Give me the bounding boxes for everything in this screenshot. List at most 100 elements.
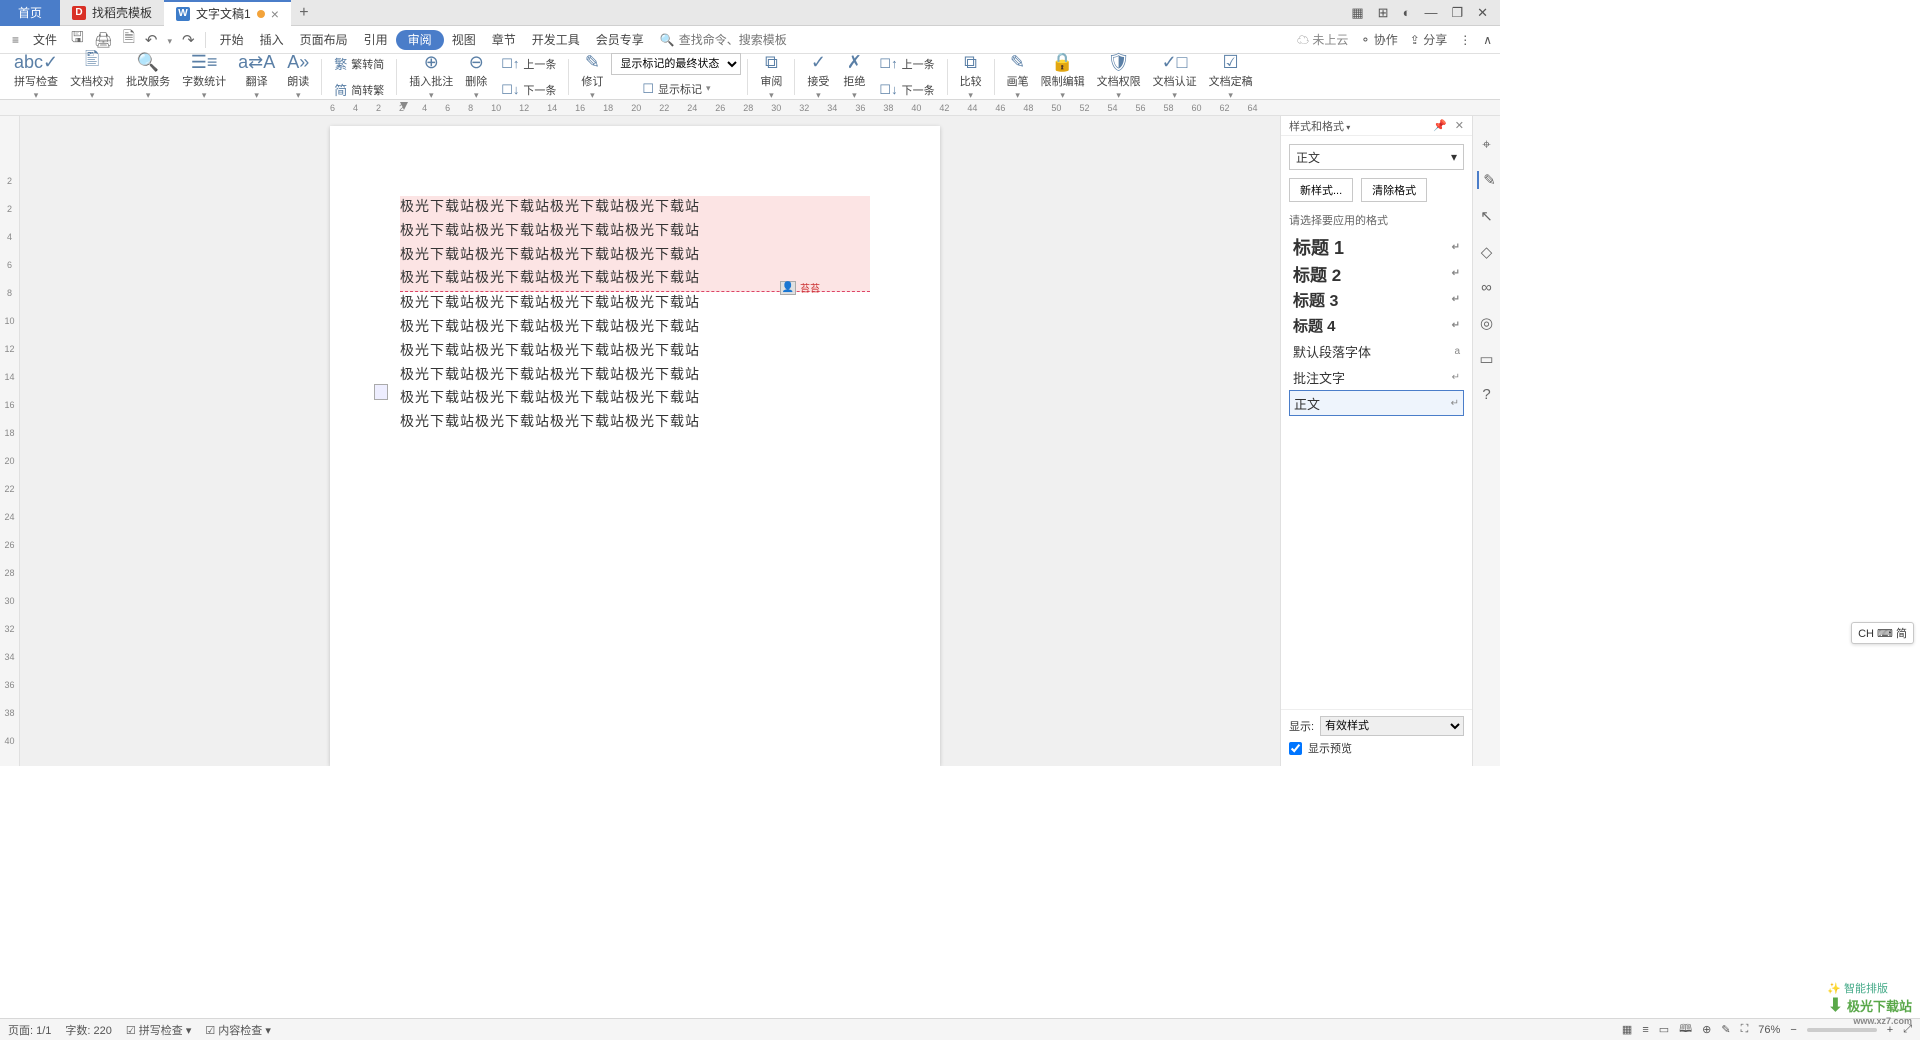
- doc-line[interactable]: 极光下载站极光下载站极光下载站极光下载站: [400, 292, 870, 316]
- status-spell[interactable]: ☑ 拼写检查 ▾: [126, 1022, 192, 1038]
- status-words[interactable]: 字数: 220: [65, 1022, 111, 1038]
- rib-accept[interactable]: ✓接受: [801, 50, 835, 103]
- minimize-button[interactable]: —: [1424, 5, 1437, 20]
- doc-line-highlighted[interactable]: 极光下载站极光下载站极光下载站极光下载站: [400, 244, 870, 268]
- rib-display-mode-select[interactable]: 显示标记的最终状态: [611, 53, 741, 75]
- tab-home[interactable]: 首页: [0, 0, 60, 26]
- qa-undo-icon[interactable]: ↶: [141, 29, 162, 51]
- rib-限制编辑[interactable]: 🔒限制编辑: [1035, 50, 1091, 103]
- status-content[interactable]: ☑ 内容检查 ▾: [205, 1022, 271, 1038]
- document-canvas[interactable]: 极光下载站极光下载站极光下载站极光下载站极光下载站极光下载站极光下载站极光下载站…: [20, 116, 1280, 766]
- doc-line-highlighted[interactable]: 极光下载站极光下载站极光下载站极光下载站: [400, 196, 870, 220]
- panel-pin-icon[interactable]: 📌: [1433, 119, 1447, 132]
- view-web-icon[interactable]: ▭: [1659, 1023, 1669, 1036]
- rib-文档认证[interactable]: ✓□文档认证: [1147, 50, 1203, 103]
- menu-插入[interactable]: 插入: [252, 30, 292, 50]
- layout-icon[interactable]: ▦: [1351, 5, 1363, 21]
- menu-burger-icon[interactable]: ≡: [8, 30, 23, 50]
- document-page[interactable]: 极光下载站极光下载站极光下载站极光下载站极光下载站极光下载站极光下载站极光下载站…: [330, 126, 940, 766]
- rib-文档校对[interactable]: 🖺文档校对: [64, 50, 120, 103]
- rib-文档权限[interactable]: 🛡文档权限: [1091, 50, 1147, 103]
- rib-track-changes[interactable]: ✎修订: [575, 50, 609, 103]
- style-item-正文[interactable]: 正文↵: [1289, 390, 1464, 416]
- new-style-button[interactable]: 新样式...: [1289, 178, 1353, 202]
- menu-引用[interactable]: 引用: [356, 30, 396, 50]
- tab-close-icon[interactable]: ×: [271, 6, 279, 22]
- qa-undo-menu[interactable]: [164, 29, 177, 50]
- ruler-horizontal[interactable]: 6422468101214161820222426283032343638404…: [0, 100, 1500, 116]
- rail-format-icon[interactable]: ✎: [1477, 171, 1496, 189]
- menu-会员专享[interactable]: 会员专享: [588, 30, 652, 50]
- style-item-标题 3[interactable]: 标题 3↵: [1289, 286, 1464, 312]
- section-indicator-icon[interactable]: [374, 384, 388, 400]
- panel-title[interactable]: 样式和格式: [1289, 118, 1350, 134]
- ime-indicator[interactable]: CH ⌨ 简: [1851, 622, 1914, 644]
- view-outline-icon[interactable]: ≡: [1642, 1024, 1648, 1036]
- rib-reject[interactable]: ✗拒绝: [837, 50, 871, 103]
- rib-show-markup[interactable]: ☐显示标记: [611, 77, 741, 101]
- clear-format-button[interactable]: 清除格式: [1361, 178, 1427, 202]
- view-globe-icon[interactable]: ⊕: [1702, 1023, 1711, 1036]
- rib-comment-nav-下一条[interactable]: ☐↓下一条: [495, 78, 562, 102]
- close-button[interactable]: ✕: [1477, 5, 1488, 21]
- panel-close-icon[interactable]: ✕: [1455, 119, 1464, 132]
- rib-字数统计[interactable]: ☰≡字数统计: [176, 50, 232, 103]
- tab-template[interactable]: D 找稻壳模板: [60, 0, 164, 26]
- style-item-批注文字[interactable]: 批注文字↵: [1289, 364, 1464, 390]
- rib-compare[interactable]: ⧉比较: [954, 50, 988, 103]
- zoom-value[interactable]: 76%: [1758, 1024, 1780, 1036]
- doc-line[interactable]: 极光下载站极光下载站极光下载站极光下载站: [400, 316, 870, 340]
- menu-file[interactable]: 文件: [25, 28, 65, 51]
- rib-comment-nav-上一条[interactable]: ☐↑上一条: [495, 52, 562, 76]
- doc-line[interactable]: 极光下载站极光下载站极光下载站极光下载站: [400, 411, 870, 435]
- view-focus-icon[interactable]: ✎: [1721, 1023, 1730, 1036]
- style-item-标题 2[interactable]: 标题 2↵: [1289, 260, 1464, 286]
- style-item-标题 1[interactable]: 标题 1↵: [1289, 234, 1464, 260]
- doc-line-highlighted[interactable]: 极光下载站极光下载站极光下载站极光下载站: [400, 220, 870, 244]
- rail-help-icon[interactable]: ?: [1482, 386, 1490, 403]
- view-read-icon[interactable]: 🕮: [1679, 1020, 1692, 1039]
- current-style-select[interactable]: 正文▾: [1289, 144, 1464, 170]
- revision-indicator[interactable]: 👤 苔苔: [780, 280, 820, 295]
- menu-章节[interactable]: 章节: [484, 30, 524, 50]
- rib-拼写检查[interactable]: abc✓拼写检查: [8, 50, 64, 103]
- ruler-vertical[interactable]: 2246810121416182022242628303234363840: [0, 116, 20, 766]
- zoom-fit-icon[interactable]: ⛶: [1741, 1023, 1749, 1036]
- rail-style-icon[interactable]: ⌖: [1482, 136, 1490, 153]
- menu-开发工具[interactable]: 开发工具: [524, 30, 588, 50]
- style-item-默认段落字体[interactable]: 默认段落字体a: [1289, 338, 1464, 364]
- search-input[interactable]: [679, 33, 819, 47]
- share-button[interactable]: ⇪ 分享: [1410, 31, 1447, 48]
- rib-simplified[interactable]: 简简转繁: [328, 78, 390, 102]
- rail-shape-icon[interactable]: ◇: [1481, 243, 1493, 261]
- qa-redo-icon[interactable]: ↷: [178, 29, 199, 51]
- collapse-ribbon-icon[interactable]: ∧: [1483, 33, 1492, 47]
- collab-button[interactable]: ⚬ 协作: [1360, 31, 1397, 48]
- rib-comment-插入批注[interactable]: ⊕插入批注: [403, 50, 459, 103]
- tab-document[interactable]: W 文字文稿1 ×: [164, 0, 291, 26]
- view-print-icon[interactable]: ▦: [1622, 1023, 1632, 1036]
- menu-审阅[interactable]: 审阅: [396, 30, 444, 50]
- rib-traditional[interactable]: 繁繁转简: [328, 52, 390, 76]
- maximize-button[interactable]: ❐: [1451, 5, 1463, 21]
- rail-nav-icon[interactable]: ◎: [1480, 314, 1493, 332]
- doc-line[interactable]: 极光下载站极光下载站极光下载站极光下载站: [400, 340, 870, 364]
- smart-layout-link[interactable]: 智能排版: [1827, 980, 1888, 996]
- rib-change-nav-下一条[interactable]: ☐↓下一条: [873, 78, 940, 102]
- rib-翻译[interactable]: a⇄A翻译: [232, 50, 281, 103]
- menu-视图[interactable]: 视图: [444, 30, 484, 50]
- rib-文档定稿[interactable]: ☑文档定稿: [1203, 50, 1259, 103]
- style-item-标题 4[interactable]: 标题 4↵: [1289, 312, 1464, 338]
- apps-icon[interactable]: ⊞: [1378, 5, 1389, 21]
- rail-reading-icon[interactable]: ▭: [1479, 350, 1493, 368]
- cloud-status[interactable]: ☁ 未上云: [1297, 31, 1348, 48]
- rib-朗读[interactable]: A»朗读: [281, 50, 315, 103]
- menu-开始[interactable]: 开始: [212, 30, 252, 50]
- zoom-out-icon[interactable]: −: [1790, 1024, 1796, 1036]
- show-preview-checkbox[interactable]: [1289, 742, 1302, 755]
- zoom-slider[interactable]: [1807, 1028, 1877, 1032]
- rib-review-pane[interactable]: ⧉审阅: [754, 50, 788, 103]
- menu-search[interactable]: 🔍: [660, 33, 819, 47]
- menu-页面布局[interactable]: 页面布局: [292, 30, 356, 50]
- rail-link-icon[interactable]: ∞: [1481, 279, 1492, 296]
